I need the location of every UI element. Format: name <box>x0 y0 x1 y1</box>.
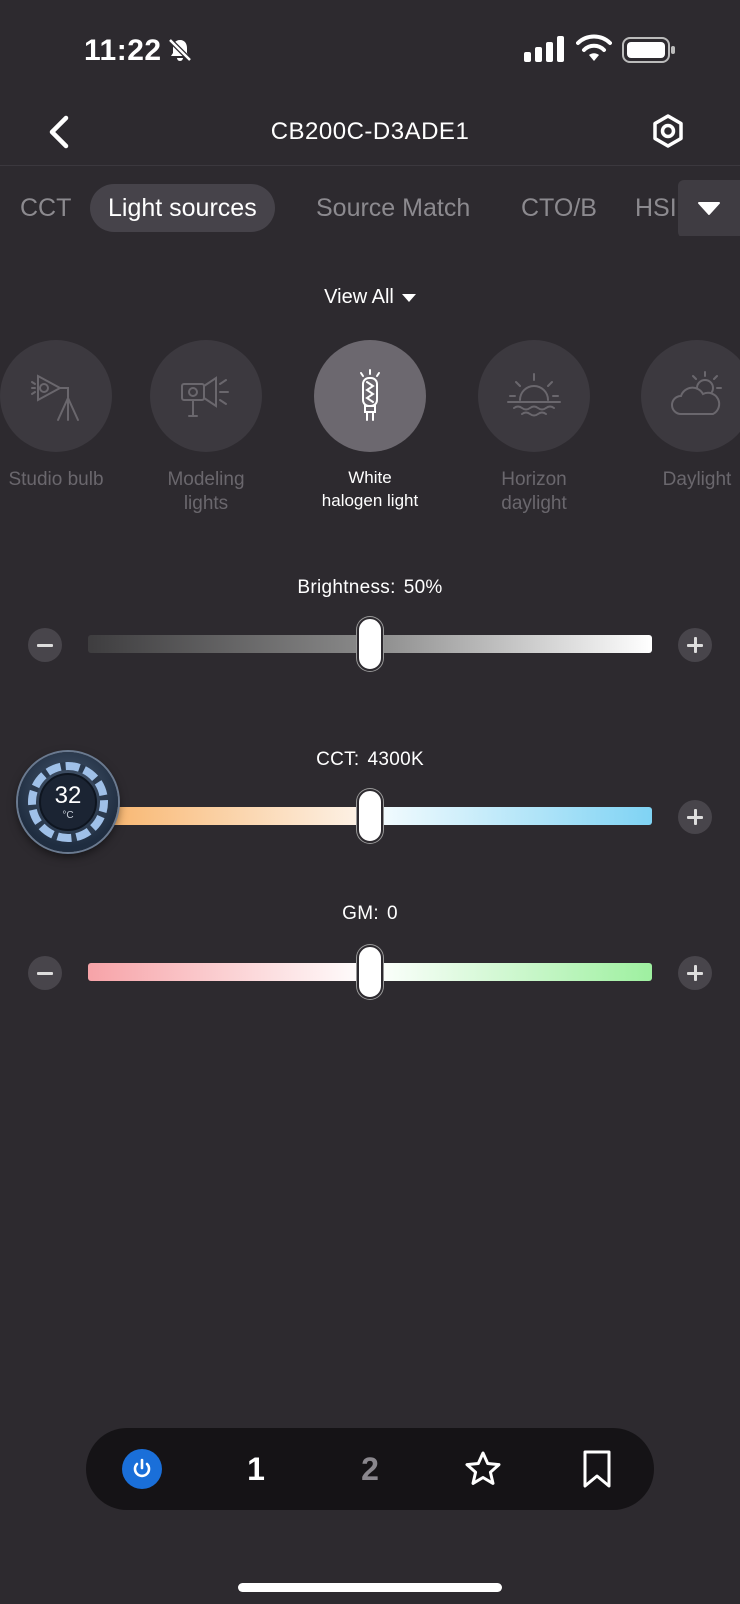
bell-slash-icon <box>168 38 192 62</box>
source-circle <box>0 340 112 452</box>
source-circle <box>150 340 262 452</box>
cct-label-text: CCT: <box>316 749 360 770</box>
brightness-value: 50% <box>403 577 443 598</box>
wifi-icon <box>576 34 612 61</box>
tabs-dropdown-button[interactable] <box>678 180 740 236</box>
source-daylight[interactable]: Daylight <box>597 340 740 492</box>
tab-cct[interactable]: CCT <box>20 184 71 232</box>
tab-source-match[interactable]: Source Match <box>316 184 470 232</box>
brightness-label-text: Brightness: <box>297 577 396 598</box>
gm-decrease-button[interactable] <box>28 956 62 990</box>
gm-increase-button[interactable] <box>678 956 712 990</box>
cct-value: 4300K <box>367 749 424 770</box>
halogen-bulb-icon <box>360 369 380 421</box>
gm-value: 0 <box>386 903 398 924</box>
cct-slider-thumb[interactable] <box>357 789 383 843</box>
studio-bulb-icon <box>31 374 79 421</box>
status-time: 11:22 <box>84 34 162 67</box>
brightness-slider-thumb[interactable] <box>357 617 383 671</box>
caret-down-icon <box>401 293 416 302</box>
gm-slider[interactable] <box>88 945 652 999</box>
caret-down-icon <box>698 202 720 215</box>
gm-label: GM: 0 <box>0 903 740 925</box>
view-all-dropdown[interactable]: View All <box>0 286 740 309</box>
group-2-button[interactable]: 2 <box>340 1428 400 1510</box>
cellular-signal-icon <box>524 36 564 62</box>
battery-icon <box>622 37 675 63</box>
power-button[interactable] <box>122 1449 162 1489</box>
status-bar: 11:22 <box>0 0 740 100</box>
brightness-slider[interactable] <box>88 617 652 671</box>
group-1-button[interactable]: 1 <box>226 1428 286 1510</box>
source-circle <box>314 340 426 452</box>
brightness-decrease-button[interactable] <box>28 628 62 662</box>
light-source-carousel: Studio bulb Modeling lights White haloge… <box>0 340 740 520</box>
brightness-label: Brightness: 50% <box>0 577 740 599</box>
source-label: Daylight <box>662 469 732 490</box>
favorite-star-icon[interactable] <box>464 1450 502 1488</box>
source-circle <box>478 340 590 452</box>
page-title: CB200C-D3ADE1 <box>270 118 470 145</box>
sun-cloud-icon <box>671 371 722 415</box>
cct-slider[interactable] <box>88 789 652 843</box>
source-circle <box>641 340 740 452</box>
horizon-sun-icon <box>507 373 561 417</box>
cct-increase-button[interactable] <box>678 800 712 834</box>
gm-slider-thumb[interactable] <box>357 945 383 999</box>
temperature-value: 32 <box>54 782 82 809</box>
nav-bar: CB200C-D3ADE1 <box>0 100 740 166</box>
mode-tabs: CCT Light sources Source Match CTO/B HSI <box>0 180 740 236</box>
bookmark-icon[interactable] <box>580 1449 614 1489</box>
modeling-light-icon <box>181 376 229 417</box>
home-indicator <box>238 1583 502 1592</box>
tab-hsi[interactable]: HSI <box>635 184 677 232</box>
tab-cto-b[interactable]: CTO/B <box>521 184 597 232</box>
temperature-badge[interactable]: 32 °C <box>18 752 118 852</box>
view-all-label: View All <box>324 286 394 308</box>
tab-light-sources[interactable]: Light sources <box>90 184 275 232</box>
temperature-unit: °C <box>62 810 74 821</box>
bottom-action-bar: 1 2 <box>86 1428 654 1510</box>
brightness-increase-button[interactable] <box>678 628 712 662</box>
gm-label-text: GM: <box>342 903 379 924</box>
settings-icon[interactable] <box>648 110 688 154</box>
power-icon <box>133 1458 151 1478</box>
